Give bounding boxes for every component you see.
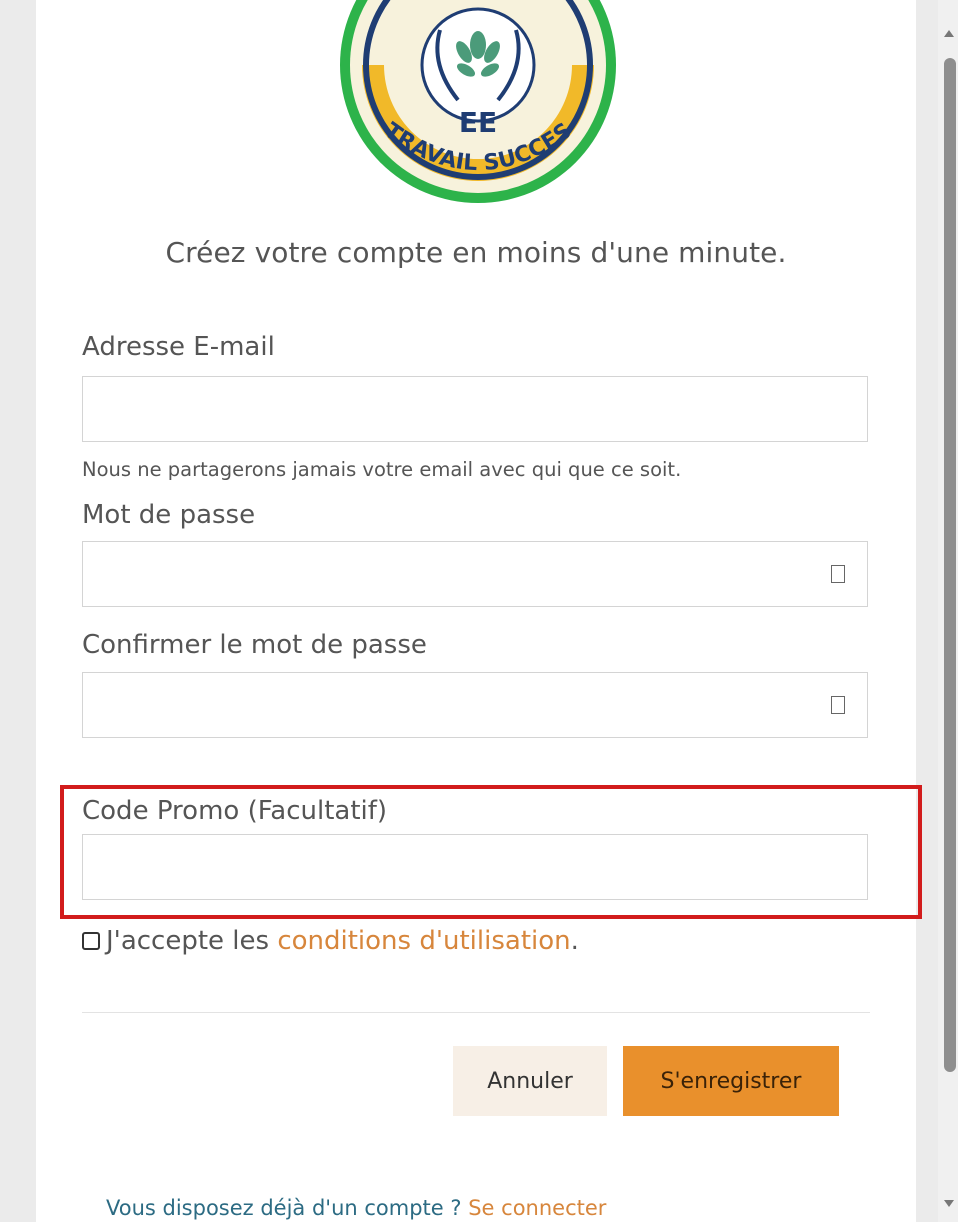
scrollbar-thumb[interactable] <box>944 58 956 1072</box>
scroll-down-arrow-icon[interactable] <box>944 1200 954 1207</box>
confirm-password-toggle-icon[interactable] <box>831 696 845 714</box>
logo-center-text: EE <box>459 106 497 139</box>
scroll-up-arrow-icon[interactable] <box>944 30 954 37</box>
email-help-text: Nous ne partagerons jamais votre email a… <box>82 458 682 481</box>
login-link[interactable]: Se connecter <box>468 1196 606 1220</box>
promo-label: Code Promo (Facultatif) <box>82 796 388 826</box>
register-button[interactable]: S'enregistrer <box>623 1046 839 1116</box>
password-field[interactable] <box>82 541 868 607</box>
password-label: Mot de passe <box>82 500 256 530</box>
cancel-button[interactable]: Annuler <box>453 1046 607 1116</box>
password-toggle-icon[interactable] <box>831 565 845 583</box>
scrollbar[interactable] <box>938 0 958 1222</box>
promo-code-field[interactable] <box>82 834 868 900</box>
confirm-password-label: Confirmer le mot de passe <box>82 630 427 660</box>
email-field[interactable] <box>82 376 868 442</box>
terms-row: J'accepte les conditions d'utilisation . <box>82 926 579 956</box>
terms-checkbox[interactable] <box>82 932 100 950</box>
divider <box>82 1012 870 1013</box>
login-prompt-text: Vous disposez déjà d'un compte ? <box>106 1196 469 1220</box>
login-prompt: Vous disposez déjà d'un compte ? Se conn… <box>106 1196 606 1220</box>
terms-prefix: J'accepte les <box>106 926 278 956</box>
email-label: Adresse E-mail <box>82 332 275 362</box>
logo-seal: EP SS EE TRAVAIL SUCCES <box>340 0 616 203</box>
terms-suffix: . <box>570 926 579 956</box>
terms-link[interactable]: conditions d'utilisation <box>277 926 570 956</box>
confirm-password-field[interactable] <box>82 672 868 738</box>
registration-card: EP SS EE TRAVAIL SUCCES Créez votre comp… <box>36 0 922 1222</box>
page-subtitle: Créez votre compte en moins d'une minute… <box>165 236 787 269</box>
